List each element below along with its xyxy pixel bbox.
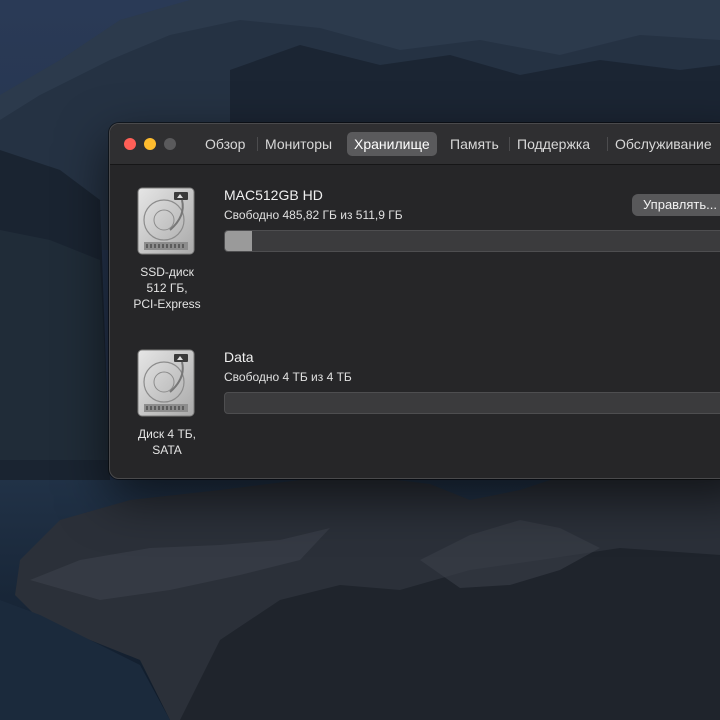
disk-name: Data: [224, 349, 254, 365]
tab-overview[interactable]: Обзор: [198, 132, 252, 156]
disk-caption: Диск 4 ТБ, SATA: [120, 426, 214, 458]
storage-usage-bar: [224, 392, 720, 414]
hard-drive-icon: [137, 187, 195, 255]
disk-name: MAC512GB HD: [224, 187, 323, 203]
disk-free-space: Свободно 485,82 ГБ из 511,9 ГБ: [224, 208, 403, 222]
manage-button[interactable]: Управлять...: [632, 194, 720, 216]
tab-memory[interactable]: Память: [443, 132, 506, 156]
disk-free-space: Свободно 4 ТБ из 4 ТБ: [224, 370, 352, 384]
disk-caption-line: Диск 4 ТБ,: [138, 427, 196, 441]
zoom-window-button: [164, 138, 176, 150]
window-titlebar: Обзор Мониторы Хранилище Память Поддержк…: [110, 124, 720, 165]
tab-storage[interactable]: Хранилище: [347, 132, 437, 156]
storage-usage-bar: [224, 230, 720, 252]
disk-caption: SSD-диск 512 ГБ, PCI-Express: [120, 264, 214, 312]
close-window-button[interactable]: [124, 138, 136, 150]
disk-caption-line: 512 ГБ,: [146, 281, 188, 295]
storage-usage-fill: [225, 231, 252, 251]
about-this-mac-window: Обзор Мониторы Хранилище Память Поддержк…: [109, 123, 720, 479]
minimize-window-button[interactable]: [144, 138, 156, 150]
hard-drive-icon: [137, 349, 195, 417]
disk-caption-line: SSD-диск: [140, 265, 194, 279]
tab-displays[interactable]: Мониторы: [258, 132, 339, 156]
disk-caption-line: SATA: [152, 443, 182, 457]
tab-service[interactable]: Обслуживание: [608, 132, 719, 156]
disk-caption-line: PCI-Express: [133, 297, 201, 311]
tab-support[interactable]: Поддержка: [510, 132, 597, 156]
